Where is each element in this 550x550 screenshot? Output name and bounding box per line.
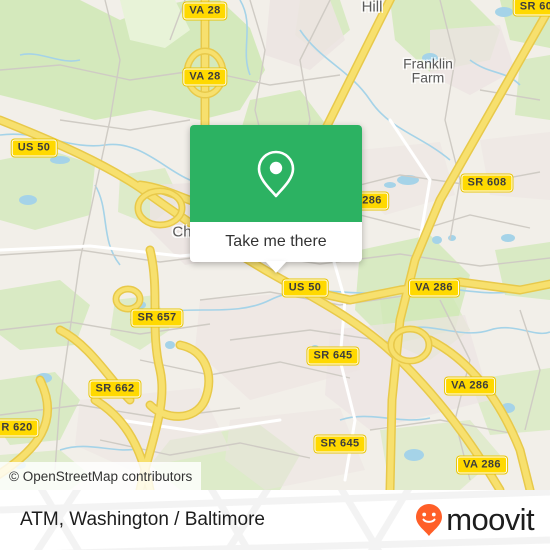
highway-shield: SR 645 bbox=[307, 347, 359, 365]
highway-shield: VA 28 bbox=[183, 2, 227, 20]
page-title: ATM, Washington / Baltimore bbox=[20, 509, 265, 530]
moovit-smiley-pin-icon bbox=[416, 504, 443, 536]
highway-shield: SR 662 bbox=[89, 380, 141, 398]
popup-pointer-tail bbox=[265, 261, 287, 273]
moovit-brand[interactable]: moovit bbox=[414, 502, 535, 538]
highway-shield: SR 608 bbox=[461, 174, 513, 192]
highway-shield: VA 286 bbox=[445, 377, 495, 395]
highway-shield: VA 286 bbox=[409, 279, 459, 297]
highway-shield: R 620 bbox=[0, 419, 39, 437]
highway-shield: VA 286 bbox=[457, 456, 507, 474]
attribution-text: © OpenStreetMap contributors bbox=[9, 468, 193, 484]
highway-shield: SR 657 bbox=[131, 309, 183, 327]
moovit-wordmark: moovit bbox=[446, 502, 534, 537]
map-attribution[interactable]: © OpenStreetMap contributors bbox=[0, 462, 202, 490]
map-canvas[interactable]: Hill Franklin Farm Ch VA 28 VA 28 SR 60 … bbox=[0, 0, 550, 490]
location-popup-card[interactable]: Take me there bbox=[190, 125, 362, 273]
footer-bar: ATM, Washington / Baltimore moovit bbox=[0, 490, 550, 550]
highway-shield: US 50 bbox=[11, 139, 57, 157]
place-label: Ch bbox=[172, 223, 192, 241]
take-me-there-label: Take me there bbox=[225, 233, 327, 250]
screenshot-root: Hill Franklin Farm Ch VA 28 VA 28 SR 60 … bbox=[0, 0, 550, 550]
map-pin-icon bbox=[257, 150, 295, 197]
highway-shield: SR 60 bbox=[513, 0, 550, 16]
popup-action-panel[interactable]: Take me there bbox=[190, 222, 362, 273]
highway-shield: VA 28 bbox=[183, 68, 227, 86]
popup-icon-panel bbox=[190, 125, 362, 222]
highway-shield: SR 645 bbox=[314, 435, 366, 453]
place-label: Hill bbox=[361, 0, 383, 16]
place-label: Farm bbox=[411, 69, 445, 86]
highway-shield: US 50 bbox=[282, 279, 328, 297]
